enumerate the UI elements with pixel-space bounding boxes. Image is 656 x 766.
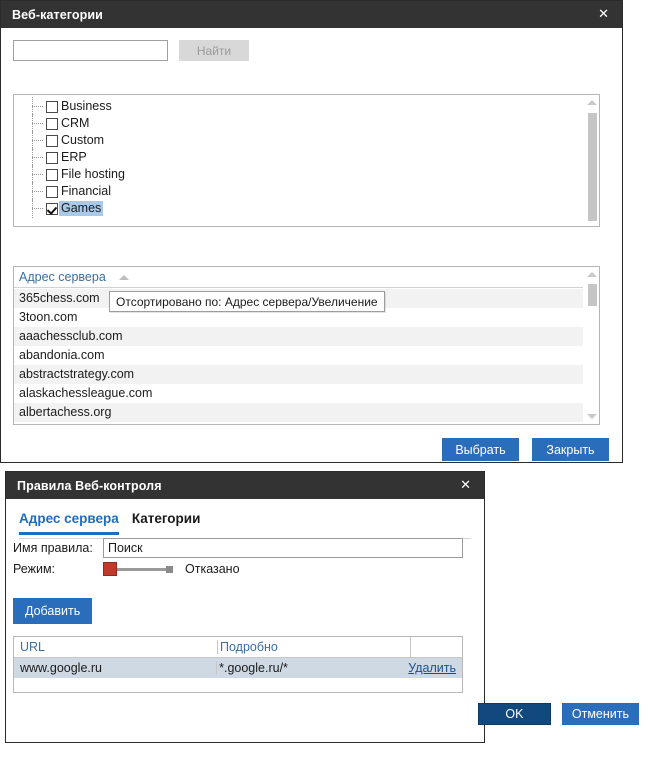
scroll-up-arrow-icon[interactable] bbox=[584, 95, 599, 110]
server-grid-header[interactable]: Адрес сервера bbox=[14, 267, 599, 288]
tree-item-crm[interactable]: CRM bbox=[32, 114, 583, 133]
checkbox-business[interactable] bbox=[46, 100, 58, 113]
table-row[interactable]: abandonia.com bbox=[14, 346, 583, 365]
add-button[interactable]: Добавить bbox=[13, 598, 93, 624]
table-row[interactable]: aaachessclub.com bbox=[14, 327, 583, 346]
tree-item-financial[interactable]: Financial bbox=[32, 182, 583, 201]
web-categories-titlebar: Веб-категории ✕ bbox=[1, 1, 622, 28]
column-header-action bbox=[410, 637, 462, 657]
category-tree-scrollbar[interactable] bbox=[583, 95, 599, 226]
mode-value: Отказано bbox=[185, 562, 240, 576]
cell-detail: *.google.ru/* bbox=[216, 661, 408, 675]
delete-link[interactable]: Удалить bbox=[408, 661, 456, 675]
tree-item-label: ERP bbox=[61, 150, 87, 164]
ok-button[interactable]: OK bbox=[477, 703, 551, 725]
table-row[interactable]: abstractstrategy.com bbox=[14, 365, 583, 384]
tab-server-address[interactable]: Адрес сервера bbox=[19, 511, 119, 535]
tree-connector bbox=[32, 174, 43, 175]
table-row[interactable]: alaskachessleague.com bbox=[14, 384, 583, 403]
checkbox-file-hosting[interactable] bbox=[46, 168, 58, 181]
rules-button-bar: OK Отменить bbox=[477, 703, 639, 725]
column-header-url: URL bbox=[20, 640, 46, 654]
rule-name-label: Имя правила: bbox=[13, 541, 93, 555]
mode-row: Режим: Отказано bbox=[13, 562, 240, 576]
slider-end-marker bbox=[166, 565, 173, 573]
tree-connector bbox=[32, 157, 43, 158]
url-table: URL Подробно www.google.ru *.google.ru/*… bbox=[13, 636, 463, 693]
web-categories-body: Найти Business CRM Custom ERP File hosti… bbox=[1, 28, 622, 463]
server-address-listbox[interactable]: Адрес сервера 365chess.com 3toon.com aaa… bbox=[13, 266, 600, 425]
scroll-down-arrow-icon[interactable] bbox=[584, 409, 599, 424]
rule-name-input[interactable] bbox=[103, 538, 463, 558]
tree-item-label: Games bbox=[59, 201, 104, 216]
close-icon[interactable]: ✕ bbox=[455, 476, 476, 495]
checkbox-crm[interactable] bbox=[46, 117, 58, 130]
url-table-header: URL Подробно bbox=[14, 637, 462, 658]
web-categories-title: Веб-категории bbox=[12, 7, 103, 22]
category-search-input[interactable] bbox=[13, 40, 168, 61]
tree-item-label: Custom bbox=[61, 133, 105, 147]
checkbox-financial[interactable] bbox=[46, 185, 58, 198]
tree-item-label: Financial bbox=[61, 184, 112, 198]
cell-action: Удалить bbox=[408, 661, 462, 675]
tree-connector bbox=[32, 140, 43, 141]
url-table-empty-row bbox=[14, 678, 462, 692]
tree-connector bbox=[32, 106, 43, 107]
tree-item-label: Business bbox=[61, 99, 112, 113]
category-tree: Business CRM Custom ERP File hosting Fin… bbox=[14, 97, 583, 226]
tree-item-erp[interactable]: ERP bbox=[32, 148, 583, 167]
web-control-rules-title: Правила Веб-контроля bbox=[17, 478, 162, 493]
slider-track bbox=[109, 567, 167, 571]
tree-item-business[interactable]: Business bbox=[32, 97, 583, 116]
tree-connector bbox=[32, 208, 43, 209]
slider-handle[interactable] bbox=[103, 562, 117, 576]
web-categories-button-bar: Выбрать Закрыть bbox=[442, 438, 609, 461]
rule-name-row: Имя правила: bbox=[13, 538, 463, 558]
server-list-scrollbar[interactable] bbox=[583, 267, 599, 424]
tree-connector bbox=[32, 191, 43, 192]
sort-ascending-icon bbox=[118, 274, 129, 280]
sort-tooltip: Отсортировано по: Адрес сервера/Увеличен… bbox=[109, 291, 385, 312]
tree-item-label: CRM bbox=[61, 116, 90, 130]
scrollbar-thumb[interactable] bbox=[588, 113, 597, 221]
rules-tabs: Адрес сервера Категории bbox=[19, 511, 471, 539]
scroll-up-arrow-icon[interactable] bbox=[584, 267, 599, 282]
category-tree-listbox[interactable]: Business CRM Custom ERP File hosting Fin… bbox=[13, 94, 600, 227]
category-search-row: Найти bbox=[13, 40, 249, 61]
tree-item-file-hosting[interactable]: File hosting bbox=[32, 165, 583, 184]
cell-url: www.google.ru bbox=[20, 661, 102, 675]
column-header-detail: Подробно bbox=[217, 640, 410, 654]
mode-slider[interactable] bbox=[103, 562, 173, 576]
tree-item-custom[interactable]: Custom bbox=[32, 131, 583, 150]
tab-categories[interactable]: Категории bbox=[132, 511, 201, 534]
checkbox-erp[interactable] bbox=[46, 151, 58, 164]
table-row[interactable]: www.google.ru *.google.ru/* Удалить bbox=[14, 658, 462, 678]
tree-connector bbox=[32, 123, 43, 124]
web-categories-dialog: Веб-категории ✕ Найти Business CRM Custo… bbox=[0, 0, 623, 463]
tree-item-games[interactable]: Games bbox=[32, 199, 583, 218]
close-button[interactable]: Закрыть bbox=[532, 438, 609, 461]
find-button[interactable]: Найти bbox=[179, 40, 249, 61]
cancel-button[interactable]: Отменить bbox=[561, 703, 639, 725]
column-header-server-address: Адрес сервера bbox=[19, 270, 106, 284]
mode-label: Режим: bbox=[13, 562, 56, 576]
checkbox-custom[interactable] bbox=[46, 134, 58, 147]
checkbox-games[interactable] bbox=[46, 202, 58, 215]
close-icon[interactable]: ✕ bbox=[593, 5, 614, 24]
select-button[interactable]: Выбрать bbox=[442, 438, 519, 461]
scrollbar-thumb[interactable] bbox=[588, 284, 597, 306]
tree-item-label: File hosting bbox=[61, 167, 125, 181]
web-control-rules-titlebar: Правила Веб-контроля ✕ bbox=[6, 472, 484, 499]
table-row[interactable]: albertachess.org bbox=[14, 403, 583, 422]
